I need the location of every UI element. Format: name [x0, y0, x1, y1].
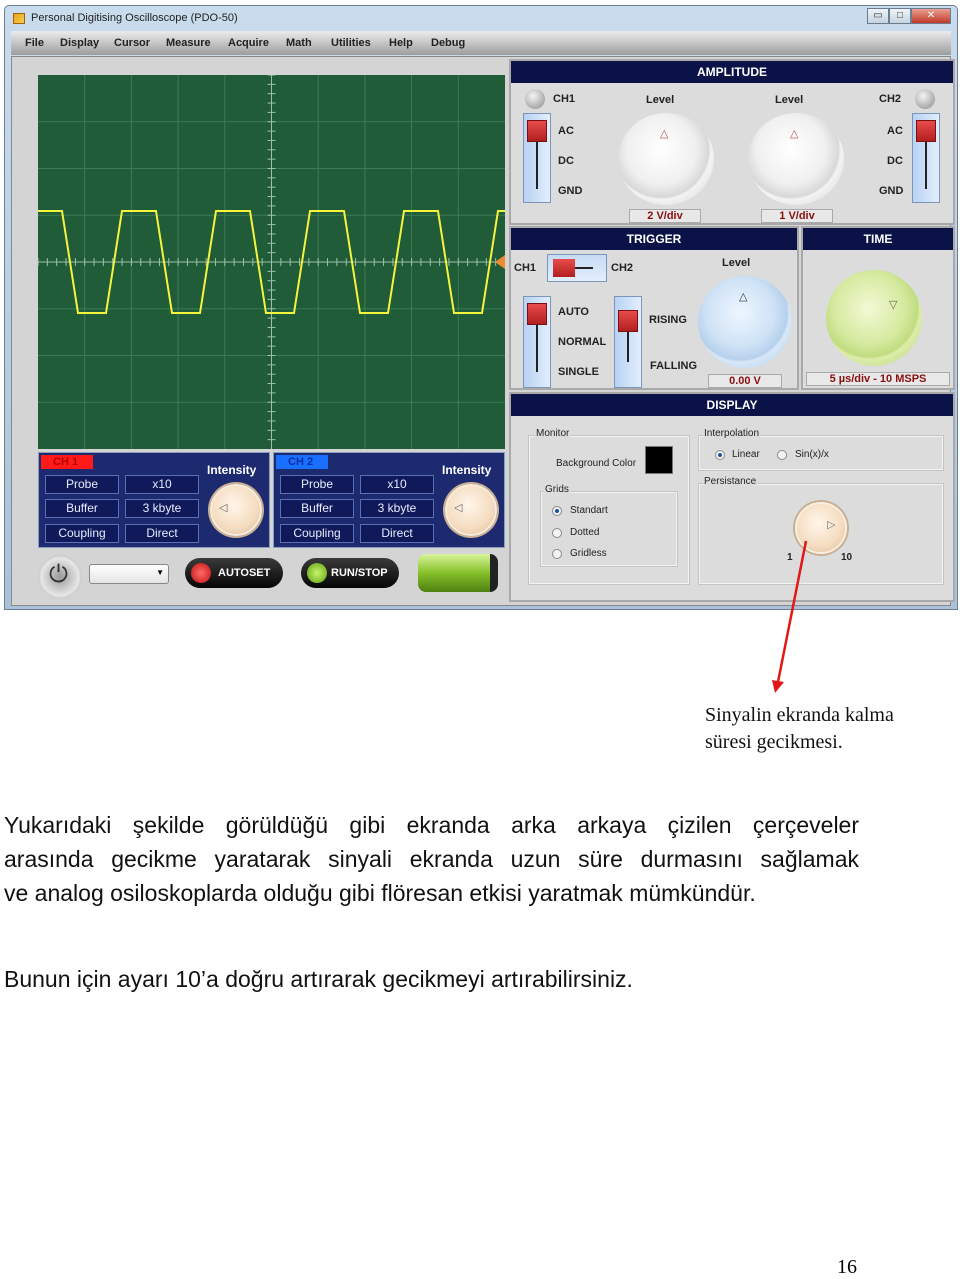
paragraph-line: ve analog osiloskoplarda olduğu gibi flö…: [4, 880, 756, 906]
paragraph-line: Yukarıdaki şekilde görüldüğü gibi ekrand…: [4, 812, 859, 838]
paragraph-line: arasında gecikme yaratarak sinyali ekran…: [4, 846, 859, 872]
caption-line: Sinyalin ekranda kalma: [705, 704, 894, 726]
annotation-arrow: [772, 540, 808, 693]
paragraph-1: Yukarıdaki şekilde görüldüğü gibi ekrand…: [4, 808, 859, 910]
page-number: 16: [837, 1256, 857, 1278]
annotation-caption: Sinyalin ekranda kalma süresi gecikmesi.: [705, 702, 894, 756]
caption-line: süresi gecikmesi.: [705, 731, 843, 753]
paragraph-2: Bunun için ayarı 10’a doğru artırarak ge…: [4, 966, 633, 992]
